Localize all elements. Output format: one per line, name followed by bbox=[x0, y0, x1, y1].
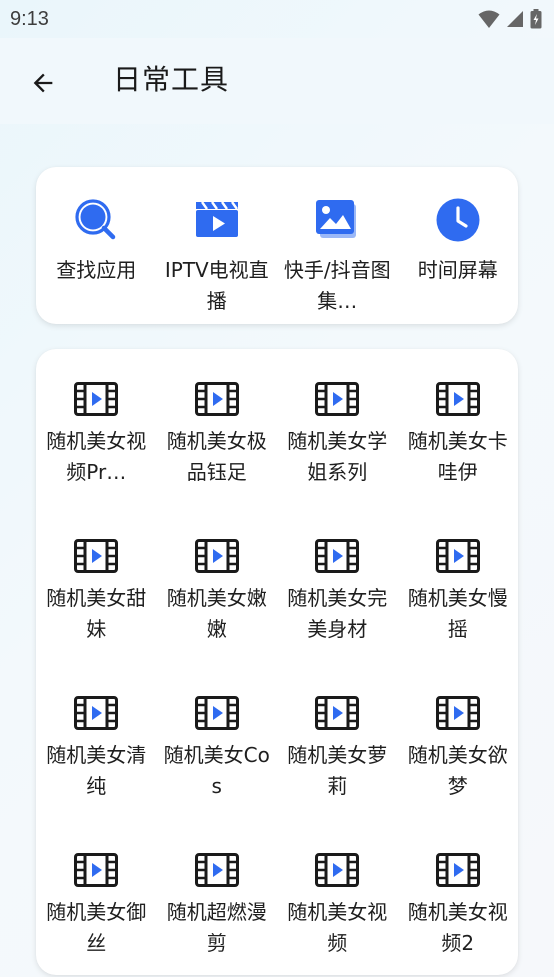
video-film-icon bbox=[74, 382, 119, 416]
video-tool-item[interactable]: 随机美女极品钰足 bbox=[157, 349, 278, 506]
app-bar: 日常工具 bbox=[0, 38, 554, 124]
featured-tools-card: 查找应用 IPTV电视直播 快手/抖音图集… 时间屏幕 bbox=[36, 167, 518, 324]
tool-label: 随机美女完美身材 bbox=[287, 586, 388, 641]
tool-label: 随机美女Cos bbox=[163, 743, 270, 798]
tool-label: 随机超燃漫剪 bbox=[166, 900, 267, 955]
video-tools-card: 随机美女视频Pr… 随机美女极品钰足 随机美女学姐系列 随机美女卡哇伊 随机美女… bbox=[36, 349, 518, 975]
video-tool-item[interactable]: 随机美女甜妹 bbox=[36, 506, 157, 663]
tool-label: 随机美女视频Pr… bbox=[46, 429, 147, 484]
video-tool-item[interactable]: 随机美女御丝 bbox=[36, 820, 157, 977]
clock-icon bbox=[435, 197, 481, 243]
tool-label: 查找应用 bbox=[56, 258, 137, 282]
clapperboard-icon bbox=[194, 197, 240, 243]
arrow-back-icon bbox=[33, 73, 53, 93]
tool-label: 随机美女视频2 bbox=[407, 900, 508, 955]
tool-kuaishou-douyin-gallery[interactable]: 快手/抖音图集… bbox=[277, 167, 398, 324]
status-bar: 9:13 bbox=[0, 0, 554, 38]
video-tool-item[interactable]: 随机美女嫩嫩 bbox=[157, 506, 278, 663]
video-film-icon bbox=[74, 853, 119, 887]
video-tool-item[interactable]: 随机美女Cos bbox=[157, 663, 278, 820]
tool-label: 随机美女卡哇伊 bbox=[407, 429, 508, 484]
video-tool-item[interactable]: 随机美女学姐系列 bbox=[277, 349, 398, 506]
video-tool-item[interactable]: 随机美女视频 bbox=[277, 820, 398, 977]
video-tool-item[interactable]: 随机美女完美身材 bbox=[277, 506, 398, 663]
video-tool-item[interactable]: 随机美女慢摇 bbox=[398, 506, 519, 663]
tool-find-app[interactable]: 查找应用 bbox=[36, 167, 157, 324]
tool-label: 随机美女嫩嫩 bbox=[166, 586, 267, 641]
tool-label: 随机美女御丝 bbox=[46, 900, 147, 955]
tool-label: 随机美女学姐系列 bbox=[287, 429, 388, 484]
tool-label: 快手/抖音图集… bbox=[283, 258, 391, 313]
video-film-icon bbox=[435, 539, 480, 573]
video-film-icon bbox=[315, 696, 360, 730]
video-film-icon bbox=[435, 853, 480, 887]
video-tool-item[interactable]: 随机美女视频2 bbox=[398, 820, 519, 977]
video-film-icon bbox=[194, 382, 239, 416]
video-film-icon bbox=[315, 382, 360, 416]
tool-label: 时间屏幕 bbox=[417, 258, 498, 282]
video-film-icon bbox=[435, 382, 480, 416]
tool-iptv[interactable]: IPTV电视直播 bbox=[157, 167, 278, 324]
video-film-icon bbox=[435, 696, 480, 730]
video-tool-item[interactable]: 随机美女欲梦 bbox=[398, 663, 519, 820]
back-button[interactable] bbox=[20, 60, 66, 106]
video-film-icon bbox=[194, 853, 239, 887]
image-gallery-icon bbox=[314, 197, 360, 243]
status-time: 9:13 bbox=[10, 7, 49, 30]
video-tool-item[interactable]: 随机超燃漫剪 bbox=[157, 820, 278, 977]
battery-charging-icon bbox=[530, 9, 542, 29]
search-icon bbox=[73, 197, 119, 243]
tool-label: IPTV电视直播 bbox=[164, 258, 269, 313]
video-tool-item[interactable]: 随机美女视频Pr… bbox=[36, 349, 157, 506]
tool-label: 随机美女极品钰足 bbox=[166, 429, 267, 484]
tool-time-screen[interactable]: 时间屏幕 bbox=[398, 167, 519, 324]
tool-label: 随机美女视频 bbox=[287, 900, 388, 955]
video-film-icon bbox=[315, 539, 360, 573]
signal-icon bbox=[507, 11, 523, 27]
video-film-icon bbox=[74, 696, 119, 730]
tool-label: 随机美女清纯 bbox=[46, 743, 147, 798]
status-icons bbox=[478, 9, 542, 29]
tool-label: 随机美女甜妹 bbox=[46, 586, 147, 641]
video-film-icon bbox=[194, 539, 239, 573]
video-tool-item[interactable]: 随机美女清纯 bbox=[36, 663, 157, 820]
tool-label: 随机美女慢摇 bbox=[407, 586, 508, 641]
video-film-icon bbox=[74, 539, 119, 573]
video-film-icon bbox=[315, 853, 360, 887]
video-tool-item[interactable]: 随机美女卡哇伊 bbox=[398, 349, 519, 506]
page-title: 日常工具 bbox=[113, 63, 230, 96]
video-tool-item[interactable]: 随机美女萝莉 bbox=[277, 663, 398, 820]
video-film-icon bbox=[194, 696, 239, 730]
tool-label: 随机美女欲梦 bbox=[407, 743, 508, 798]
tool-label: 随机美女萝莉 bbox=[287, 743, 388, 798]
wifi-icon bbox=[478, 10, 500, 28]
